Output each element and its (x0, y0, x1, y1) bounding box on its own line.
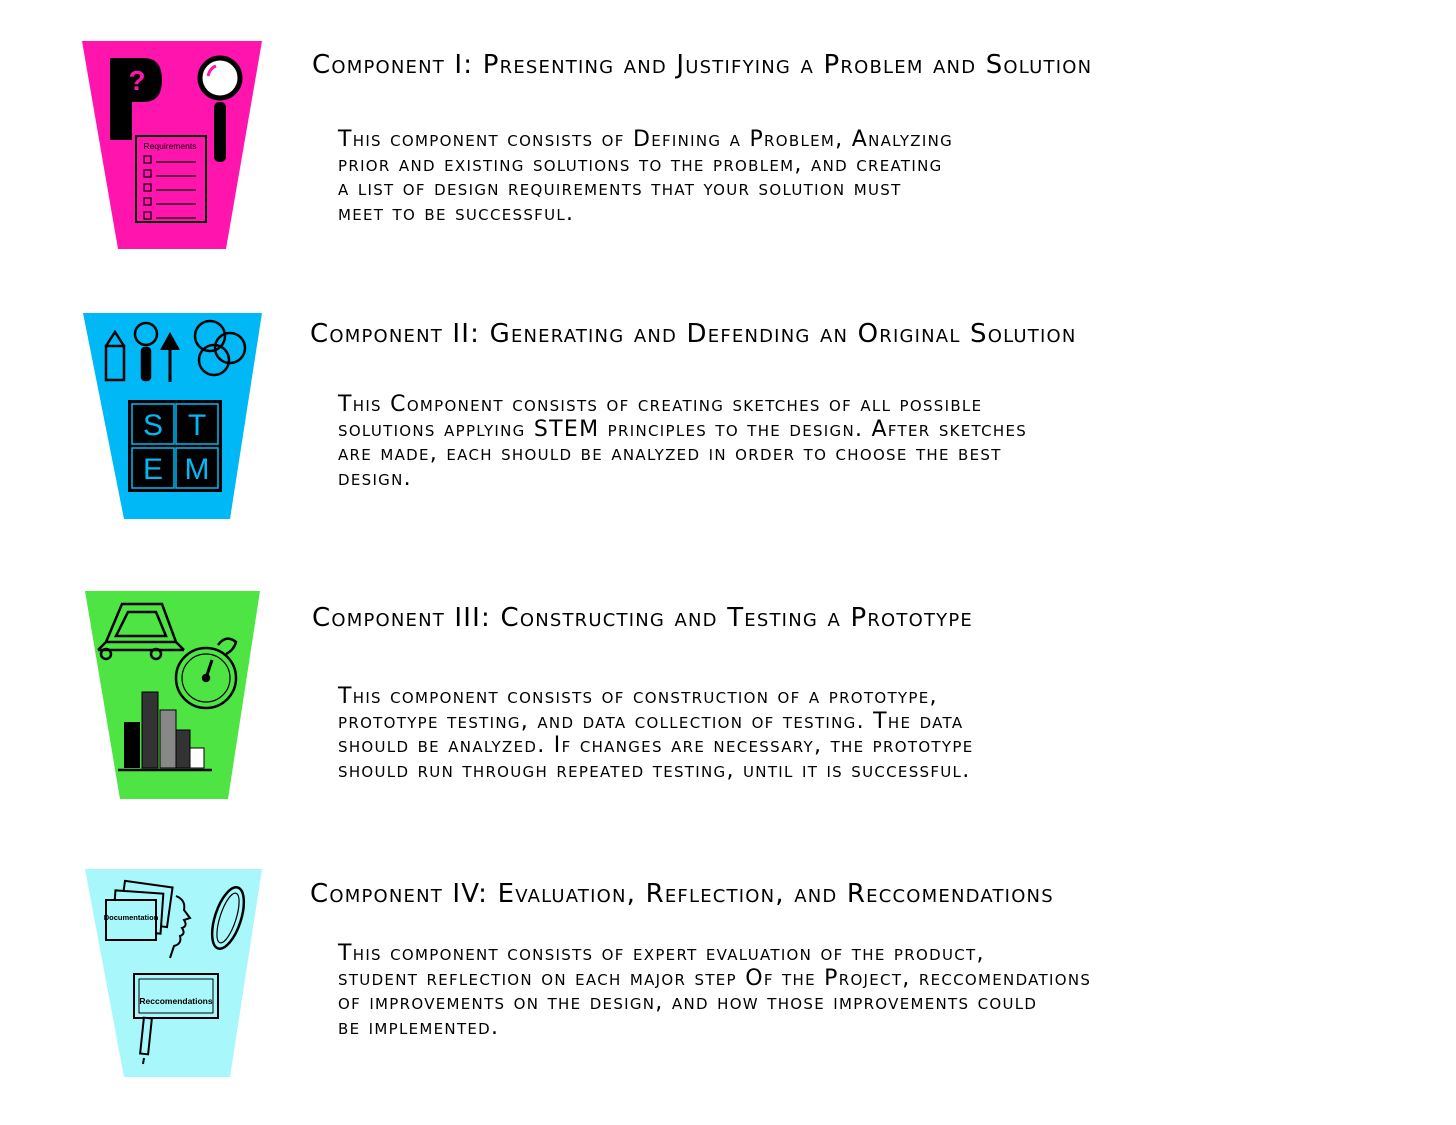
desc-line: should run through repeated testing, unt… (338, 757, 971, 783)
component-4: Documentation Reccomendations Component … (0, 0, 1456, 1077)
component-2-badge: S T E M (83, 313, 262, 519)
desc-line: design. (338, 465, 412, 491)
component-4-title: Component IV: Evaluation, Reflection, an… (310, 879, 1054, 909)
desc-line: This component consists of construction … (338, 684, 938, 709)
component-3-badge (85, 591, 260, 799)
component-3-title: Component III: Constructing and Testing … (312, 603, 973, 633)
stem-grid-icon: S T E M (128, 400, 222, 492)
recommendations-board-icon: Reccomendations (133, 973, 219, 1019)
desc-line: of improvements on the design, and how t… (338, 990, 1038, 1015)
desc-line: This Component consists of creating sket… (338, 392, 983, 417)
stem-letter: E (143, 453, 163, 486)
desc-line: be implemented. (338, 1014, 500, 1040)
desc-line: prototype testing, and data collection o… (338, 708, 964, 734)
desc-line: should be analyzed. If changes are neces… (338, 733, 974, 758)
documentation-label: Documentation (104, 913, 159, 922)
desc-line: solutions applying STEM principles to th… (338, 416, 1028, 442)
desc-line: This component consists of expert evalua… (338, 941, 985, 966)
component-2-title: Component II: Generating and Defending a… (310, 319, 1077, 349)
component-3-description: This component consists of construction … (338, 684, 974, 783)
stem-letter: S (143, 409, 163, 442)
stem-letter: T (188, 409, 206, 442)
component-4-badge: Documentation Reccomendations (85, 869, 262, 1077)
desc-line: are made, each should be analyzed in ord… (338, 441, 1002, 466)
component-2-description: This Component consists of creating sket… (338, 392, 1028, 491)
recommendations-label: Reccomendations (139, 996, 212, 1006)
component-4-description: This component consists of expert evalua… (338, 941, 1092, 1040)
stem-letter: M (185, 453, 210, 486)
desc-line: student reflection on each major step Of… (338, 965, 1092, 991)
